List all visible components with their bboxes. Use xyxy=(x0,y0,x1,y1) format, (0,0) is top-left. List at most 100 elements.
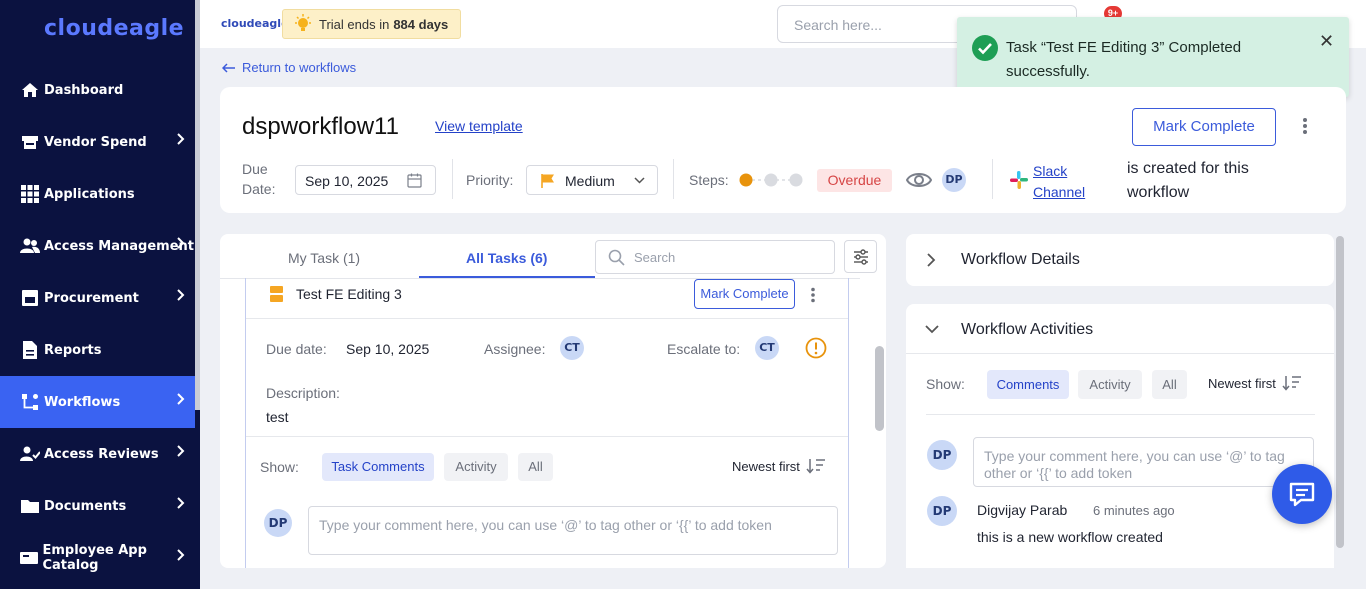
task-due-value: Sep 10, 2025 xyxy=(346,341,430,357)
workflow-details-title: Workflow Details xyxy=(961,251,1080,268)
chevron-right-icon xyxy=(177,445,185,457)
sidebar-item-employee-app-catalog[interactable]: Employee App Catalog xyxy=(0,532,195,584)
sidebar-item-procurement[interactable]: Procurement xyxy=(0,272,195,324)
divider xyxy=(992,159,993,199)
calendar-icon xyxy=(407,173,422,188)
chevron-down-icon[interactable] xyxy=(924,324,940,334)
divider xyxy=(673,159,674,199)
commenter-avatar: DP xyxy=(264,509,292,537)
home-icon xyxy=(20,80,40,100)
chat-support-button[interactable] xyxy=(1272,464,1332,524)
filter-button[interactable] xyxy=(844,240,877,273)
workflow-activities-section: Workflow Activities Show: Comments Activ… xyxy=(906,304,1334,568)
sidebar-scrollbar[interactable] xyxy=(195,0,200,410)
avatar[interactable]: DP xyxy=(942,168,966,192)
view-template-link[interactable]: View template xyxy=(435,118,523,134)
task-search-input[interactable]: Search xyxy=(595,240,835,274)
chevron-down-icon xyxy=(634,177,645,184)
sidebar-item-label: Employee App Catalog xyxy=(42,543,147,573)
filter-all[interactable]: All xyxy=(1152,370,1187,399)
catalog-icon xyxy=(20,548,39,568)
assignee-label: Assignee: xyxy=(484,341,546,357)
due-date-value: Sep 10, 2025 xyxy=(305,173,389,189)
topbar-logo[interactable]: cloudeagle xyxy=(221,17,289,30)
task-mark-complete-button[interactable]: Mark Complete xyxy=(694,279,795,309)
sort-toggle[interactable]: Newest first xyxy=(1208,375,1302,391)
tasks-panel: My Task (1) All Tasks (6) Search Test FE… xyxy=(220,234,886,568)
description-label: Description: xyxy=(266,385,340,401)
tab-my-task[interactable]: My Task (1) xyxy=(288,250,360,266)
task-panel-scrollbar[interactable] xyxy=(875,346,884,431)
tab-all-tasks[interactable]: All Tasks (6) xyxy=(466,250,547,266)
comment-author-avatar: DP xyxy=(927,496,957,526)
sidebar: cloudeagle Dashboard Vendor Spend Applic… xyxy=(0,0,200,589)
sidebar-item-vendor-spend[interactable]: Vendor Spend xyxy=(0,116,195,168)
sort-descending-icon xyxy=(1282,376,1301,391)
chat-icon xyxy=(1289,482,1315,507)
return-to-workflows-link[interactable]: Return to workflows xyxy=(222,60,356,75)
trial-days: 884 days xyxy=(393,16,449,32)
sort-label: Newest first xyxy=(732,458,800,474)
divider xyxy=(246,318,848,319)
close-icon[interactable]: ✕ xyxy=(1319,31,1334,52)
sidebar-item-label: Applications xyxy=(44,186,135,202)
flag-icon xyxy=(541,174,554,188)
due-date-picker[interactable]: Sep 10, 2025 xyxy=(295,165,436,195)
filter-all[interactable]: All xyxy=(518,453,553,481)
task-name[interactable]: Test FE Editing 3 xyxy=(296,286,402,302)
priority-select[interactable]: Medium xyxy=(526,165,658,195)
arrow-left-icon xyxy=(222,62,235,73)
step-dot-complete xyxy=(739,173,753,187)
sidebar-item-reports[interactable]: Reports xyxy=(0,324,195,376)
sidebar-item-dashboard[interactable]: Dashboard xyxy=(0,64,195,116)
step-dot xyxy=(789,173,803,187)
filter-activity[interactable]: Activity xyxy=(444,453,508,481)
task-comment-input[interactable]: Type your comment here, you can use ‘@’ … xyxy=(308,506,838,555)
right-panel-scrollbar[interactable] xyxy=(1336,236,1344,548)
filter-task-comments[interactable]: Task Comments xyxy=(322,453,434,481)
priority-label: Priority: xyxy=(466,172,514,188)
show-label: Show: xyxy=(260,459,299,475)
assignee-avatar[interactable]: CT xyxy=(560,336,584,360)
due-date-label: Due Date: xyxy=(242,161,276,197)
commenter-avatar: DP xyxy=(927,440,957,470)
step-dot xyxy=(764,173,778,187)
chevron-right-icon xyxy=(177,549,185,561)
more-options-icon[interactable] xyxy=(1302,117,1308,135)
task-search-placeholder: Search xyxy=(634,250,676,265)
sidebar-item-label: Reports xyxy=(44,342,102,358)
status-badge: Overdue xyxy=(817,169,892,192)
slack-channel-link[interactable]: Slack Channel xyxy=(1033,161,1113,203)
escalate-avatar[interactable]: CT xyxy=(755,336,779,360)
sort-descending-icon xyxy=(806,459,825,474)
sidebar-item-label: Access Reviews xyxy=(44,446,159,462)
workflow-details-section[interactable]: Workflow Details xyxy=(906,234,1334,286)
comment-author: Digvijay Parab xyxy=(977,502,1068,518)
sidebar-item-access-management[interactable]: Access Management xyxy=(0,220,195,272)
register-icon xyxy=(20,132,40,152)
filter-activity[interactable]: Activity xyxy=(1078,370,1142,399)
workflow-header: dspworkflow11 View template Mark Complet… xyxy=(220,87,1346,213)
sidebar-item-workflows[interactable]: Workflows xyxy=(0,376,195,428)
document-icon xyxy=(20,340,40,360)
sidebar-logo[interactable]: cloudeagle xyxy=(44,16,184,41)
activity-comment-input[interactable]: Type your comment here, you can use ‘@’ … xyxy=(973,437,1314,487)
sidebar-item-label: Documents xyxy=(44,498,127,514)
sort-toggle[interactable]: Newest first xyxy=(732,458,826,474)
sidebar-item-documents[interactable]: Documents xyxy=(0,480,195,532)
grid-icon xyxy=(20,184,40,204)
workflow-activities-title: Workflow Activities xyxy=(961,321,1094,338)
sidebar-item-access-reviews[interactable]: Access Reviews xyxy=(0,428,195,480)
eye-icon[interactable] xyxy=(906,170,932,190)
sidebar-item-label: Vendor Spend xyxy=(44,134,147,150)
divider xyxy=(452,159,453,199)
trial-banner: Trial ends in 884 days xyxy=(282,9,461,39)
check-circle-icon xyxy=(972,35,998,61)
filter-comments[interactable]: Comments xyxy=(987,370,1069,399)
sidebar-item-applications[interactable]: Applications xyxy=(0,168,195,220)
warning-icon[interactable] xyxy=(805,337,827,359)
search-icon xyxy=(608,249,625,266)
more-options-icon[interactable] xyxy=(810,287,816,303)
mark-complete-button[interactable]: Mark Complete xyxy=(1132,108,1276,146)
comment-timestamp: 6 minutes ago xyxy=(1093,503,1175,518)
